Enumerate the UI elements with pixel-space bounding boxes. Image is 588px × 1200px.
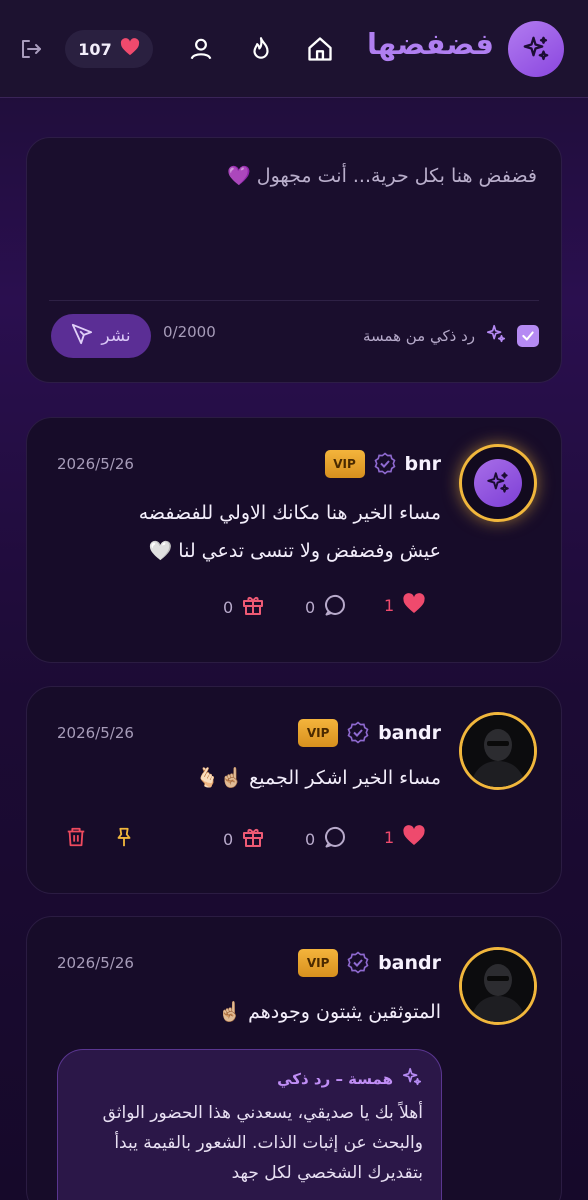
ai-reply-title: همسة – رد ذكي [277, 1070, 393, 1088]
send-icon [71, 323, 93, 350]
ai-reply-text: أهلاً بك يا صديقي، يسعدني هذا الحضور الو… [102, 1103, 423, 1183]
username[interactable]: bandr [378, 952, 441, 974]
post-author: bnr VIP [324, 450, 442, 478]
post-actions: 1 0 0 [27, 593, 561, 627]
post-card: bandr VIP 2026/5/26 المتوثقين يثبتون وجو… [26, 916, 562, 1200]
top-bar: فضفضها 107 [0, 0, 588, 98]
like-count: 1 [384, 596, 395, 615]
logo-sparkles-icon[interactable] [508, 21, 564, 77]
delete-button[interactable] [65, 825, 87, 853]
composer-divider [49, 300, 539, 301]
post-text: مساء الخير اشكر الجميع ☝🏼🫰🏻 [77, 759, 441, 797]
logout-icon[interactable] [14, 32, 48, 66]
post-card: bandr VIP 2026/5/26 مساء الخير اشكر الجم… [26, 686, 562, 894]
post-date: 2026/5/26 [57, 455, 134, 473]
username[interactable]: bandr [378, 722, 441, 744]
post-text-line: مساء الخير اشكر الجميع ☝🏼🫰🏻 [195, 767, 441, 789]
comment-count: 0 [305, 597, 316, 617]
publish-label: نشر [101, 326, 131, 346]
avatar[interactable] [459, 947, 537, 1025]
vip-badge: VIP [298, 719, 339, 747]
gift-count: 0 [223, 829, 234, 849]
like-button[interactable]: 1 [384, 593, 426, 618]
heart-icon [402, 825, 426, 850]
gift-button[interactable]: 0 [223, 593, 265, 621]
trash-icon [65, 825, 87, 853]
post-date: 2026/5/26 [57, 724, 134, 742]
avatar[interactable] [459, 444, 537, 522]
sparkles-icon [401, 1066, 423, 1092]
user-icon[interactable] [184, 32, 218, 66]
comment-icon [323, 593, 347, 621]
verified-badge-icon [346, 951, 370, 975]
gift-icon [241, 825, 265, 853]
sparkles-icon [485, 323, 507, 349]
post-text-line: مساء الخير هنا مكانك الاولي للفضفضه [138, 502, 441, 524]
post-card: bnr VIP 2026/5/26 مساء الخير هنا مكانك ا… [26, 417, 562, 663]
comment-count: 0 [305, 829, 316, 849]
gift-icon [241, 593, 265, 621]
publish-button[interactable]: نشر [51, 314, 151, 358]
post-text: المتوثقين يثبتون وجودهم ☝🏼 [77, 993, 441, 1031]
comment-icon [323, 825, 347, 853]
ai-reply-header: همسة – رد ذكي [277, 1066, 423, 1092]
comment-button[interactable]: 0 [305, 593, 347, 621]
char-counter: 0/2000 [163, 323, 216, 341]
smart-reply-checkbox[interactable] [517, 325, 539, 347]
hearts-balance[interactable]: 107 [65, 30, 153, 68]
username[interactable]: bnr [405, 453, 442, 475]
app-title[interactable]: فضفضها [367, 24, 494, 64]
flame-icon[interactable] [244, 32, 278, 66]
pin-icon [113, 825, 135, 853]
post-author: bandr VIP [298, 719, 441, 747]
vip-badge: VIP [298, 949, 339, 977]
gift-button[interactable]: 0 [223, 825, 265, 853]
heart-icon [402, 593, 426, 618]
post-actions: 1 0 0 [27, 825, 561, 859]
avatar[interactable] [459, 712, 537, 790]
like-button[interactable]: 1 [384, 825, 426, 850]
sparkles-icon [474, 459, 522, 507]
post-composer: فضفض هنا بكل حرية... أنت مجهول 💜 نشر 0/2… [26, 137, 562, 383]
verified-badge-icon [373, 452, 397, 476]
comment-button[interactable]: 0 [305, 825, 347, 853]
hearts-count: 107 [78, 39, 112, 59]
home-icon[interactable] [303, 32, 337, 66]
avatar-photo [462, 950, 534, 1022]
heart-icon [120, 38, 140, 60]
ai-reply-box: همسة – رد ذكي أهلاً بك يا صديقي، يسعدني … [57, 1049, 442, 1200]
smart-reply-label: رد ذكي من همسة [362, 327, 475, 345]
avatar-photo [462, 715, 534, 787]
verified-badge-icon [346, 721, 370, 745]
pin-button[interactable] [113, 825, 135, 853]
post-text-line: المتوثقين يثبتون وجودهم ☝🏼 [218, 1001, 441, 1023]
vip-badge: VIP [324, 450, 365, 478]
post-date: 2026/5/26 [57, 954, 134, 972]
smart-reply-toggle[interactable]: رد ذكي من همسة [363, 323, 539, 349]
gift-count: 0 [223, 597, 234, 617]
post-text-line: عيش وفضفض ولا تنسى تدعي لنا 🤍 [148, 540, 441, 562]
composer-input[interactable]: فضفض هنا بكل حرية... أنت مجهول 💜 [227, 164, 537, 187]
post-text: مساء الخير هنا مكانك الاولي للفضفضه عيش … [77, 494, 441, 570]
like-count: 1 [384, 828, 395, 847]
post-author: bandr VIP [298, 949, 441, 977]
